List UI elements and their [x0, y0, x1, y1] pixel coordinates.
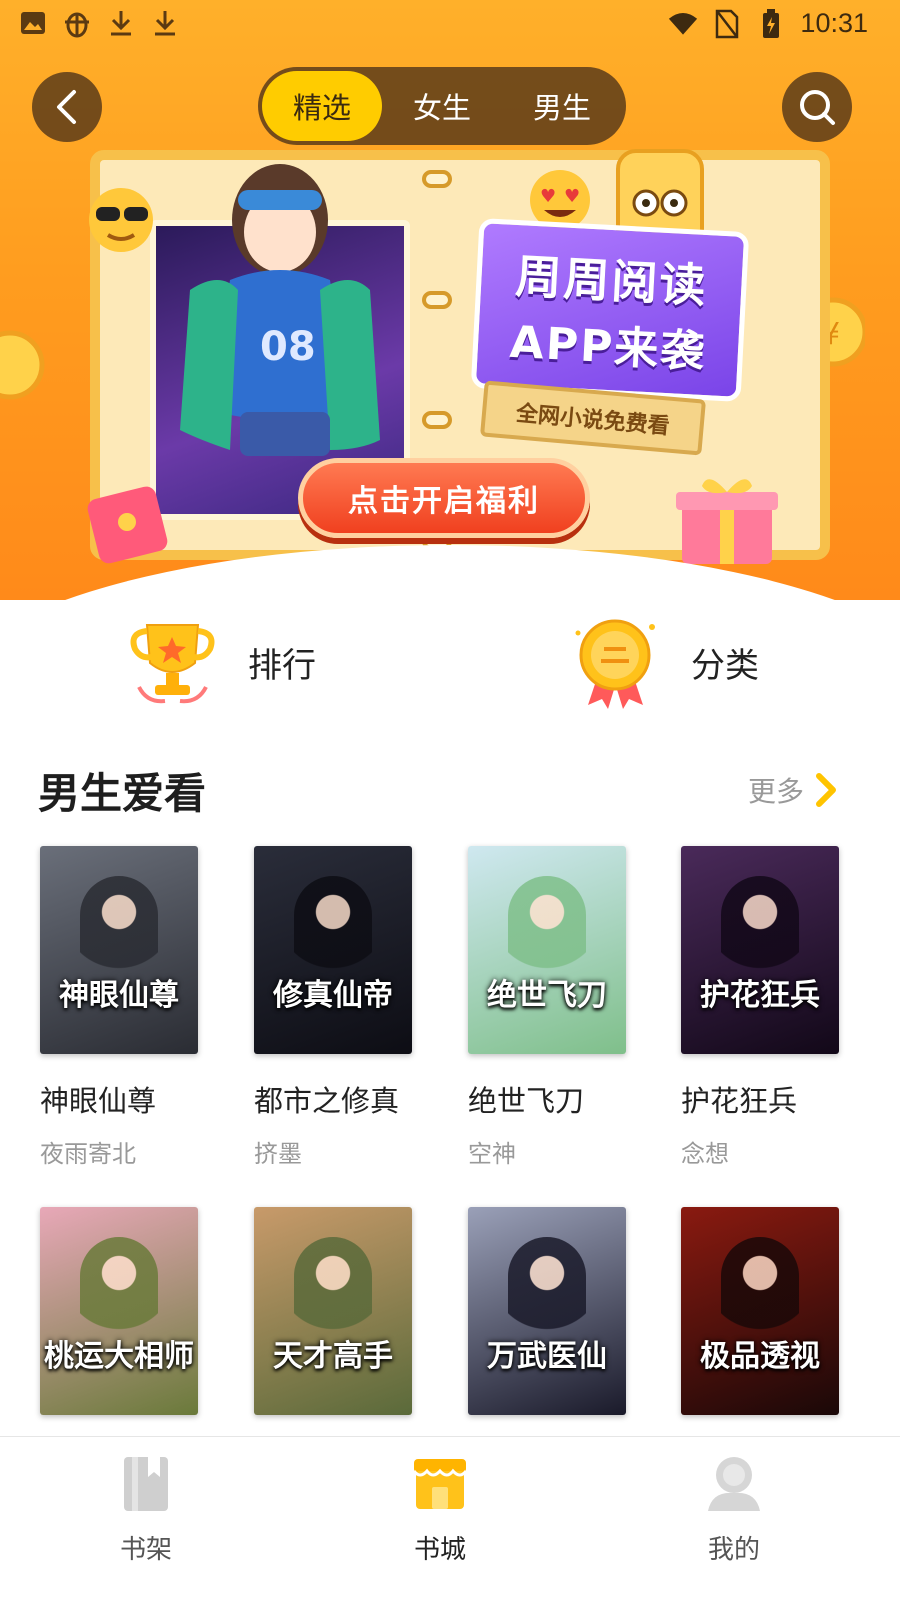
- book-title: 绝世飞刀: [468, 1084, 585, 1118]
- book-card[interactable]: 万武医仙: [468, 1207, 628, 1415]
- battery-icon: [756, 8, 786, 39]
- status-bar: 10:31: [0, 0, 900, 50]
- claim-benefit-button[interactable]: 点击开启福利: [298, 458, 590, 538]
- book-cover[interactable]: 修真仙帝: [254, 846, 412, 1054]
- nav-bookshelf-label: 书架: [119, 1535, 172, 1565]
- cover-title: 绝世飞刀: [487, 978, 607, 1013]
- nav-profile-label: 我的: [707, 1535, 760, 1565]
- book-cover[interactable]: 绝世飞刀: [468, 846, 626, 1054]
- category-tabs: 精选 女生 男生: [258, 67, 626, 145]
- cover-title: 桃运大相师: [44, 1339, 194, 1374]
- no-sim-icon: [712, 9, 742, 39]
- wifi-icon: [668, 9, 698, 39]
- medal-icon: [575, 619, 655, 709]
- more-link[interactable]: 更多: [748, 770, 838, 810]
- book-card[interactable]: 天才高手: [254, 1207, 414, 1415]
- ranking-entry[interactable]: 排行: [125, 612, 316, 712]
- bottom-nav: 书架 书城 我的: [0, 1436, 900, 1600]
- nav-bookstore[interactable]: 书城: [380, 1451, 500, 1566]
- tab-featured[interactable]: 精选: [262, 71, 382, 141]
- cover-title: 天才高手: [273, 1339, 393, 1374]
- book-title: 都市之修真: [254, 1084, 400, 1118]
- promo-card: 周周阅读 APP来袭: [470, 218, 750, 402]
- cover-title: 修真仙帝: [273, 978, 393, 1013]
- image-icon: [18, 8, 48, 38]
- book-card[interactable]: 绝世飞刀 绝世飞刀 空神: [468, 846, 628, 1169]
- book-card[interactable]: 神眼仙尊 神眼仙尊 夜雨寄北: [40, 846, 200, 1169]
- ranking-label: 排行: [248, 645, 316, 686]
- download-icon: [106, 8, 136, 38]
- search-icon: [800, 90, 835, 125]
- cover-title: 神眼仙尊: [59, 978, 179, 1013]
- book-author: 夜雨寄北: [40, 1140, 136, 1168]
- promo-title-line1: 周周阅读: [514, 249, 709, 314]
- book-author: 空神: [468, 1140, 516, 1168]
- svg-text:♥: ♥: [540, 186, 556, 207]
- coin-decoration: [0, 330, 45, 400]
- status-time: 10:31: [800, 8, 868, 38]
- book-author: 念想: [681, 1140, 729, 1168]
- tab-female[interactable]: 女生: [382, 71, 502, 141]
- section-title: 男生爱看: [38, 769, 207, 818]
- book-card[interactable]: 桃运大相师: [40, 1207, 200, 1415]
- nav-profile[interactable]: 我的: [674, 1451, 794, 1566]
- book-cover[interactable]: 桃运大相师: [40, 1207, 198, 1415]
- nav-bookshelf[interactable]: 书架: [86, 1451, 206, 1566]
- bookshelf-icon: [124, 1457, 168, 1511]
- svg-text:08: 08: [260, 324, 316, 370]
- red-envelope-decoration: [87, 486, 168, 564]
- download-icon: [150, 8, 180, 38]
- book-title: 护花狂兵: [681, 1084, 798, 1118]
- bug-icon: [62, 8, 92, 38]
- anime-character-illustration: 08: [180, 164, 380, 456]
- book-title: 神眼仙尊: [40, 1084, 157, 1118]
- header-banner: ¥ 08 ♥ ♥ 周周阅读 APP来袭 全网小说免费看 点击开启福利 10:31…: [0, 0, 900, 600]
- book-cover[interactable]: 天才高手: [254, 1207, 412, 1415]
- promo-title-line2: APP来袭: [508, 316, 708, 379]
- book-cover[interactable]: 神眼仙尊: [40, 846, 198, 1054]
- book-author: 挤墨: [254, 1140, 302, 1168]
- trophy-icon: [130, 623, 215, 703]
- tab-male[interactable]: 男生: [502, 71, 622, 141]
- category-entry[interactable]: 分类: [568, 612, 759, 712]
- cover-title: 护花狂兵: [700, 978, 820, 1013]
- category-label: 分类: [691, 645, 759, 686]
- book-cover[interactable]: 万武医仙: [468, 1207, 626, 1415]
- profile-icon: [708, 1457, 760, 1511]
- book-cover[interactable]: 极品透视: [681, 1207, 839, 1415]
- gift-box-decoration: [676, 479, 778, 564]
- store-icon: [412, 1459, 468, 1509]
- chevron-right-icon: [816, 773, 837, 807]
- back-button[interactable]: [32, 72, 102, 142]
- svg-text:♥: ♥: [564, 186, 580, 207]
- cover-title: 极品透视: [700, 1339, 820, 1374]
- book-card[interactable]: 护花狂兵 护花狂兵 念想: [681, 846, 841, 1169]
- back-arrow-icon: [57, 90, 76, 124]
- search-button[interactable]: [782, 72, 852, 142]
- book-card[interactable]: 修真仙帝 都市之修真 挤墨: [254, 846, 414, 1169]
- cover-title: 万武医仙: [487, 1339, 607, 1374]
- nav-bookstore-label: 书城: [413, 1535, 466, 1565]
- sunglasses-emoji: [89, 188, 153, 252]
- book-card[interactable]: 极品透视: [681, 1207, 841, 1415]
- book-cover[interactable]: 护花狂兵: [681, 846, 839, 1054]
- more-label: 更多: [748, 775, 805, 808]
